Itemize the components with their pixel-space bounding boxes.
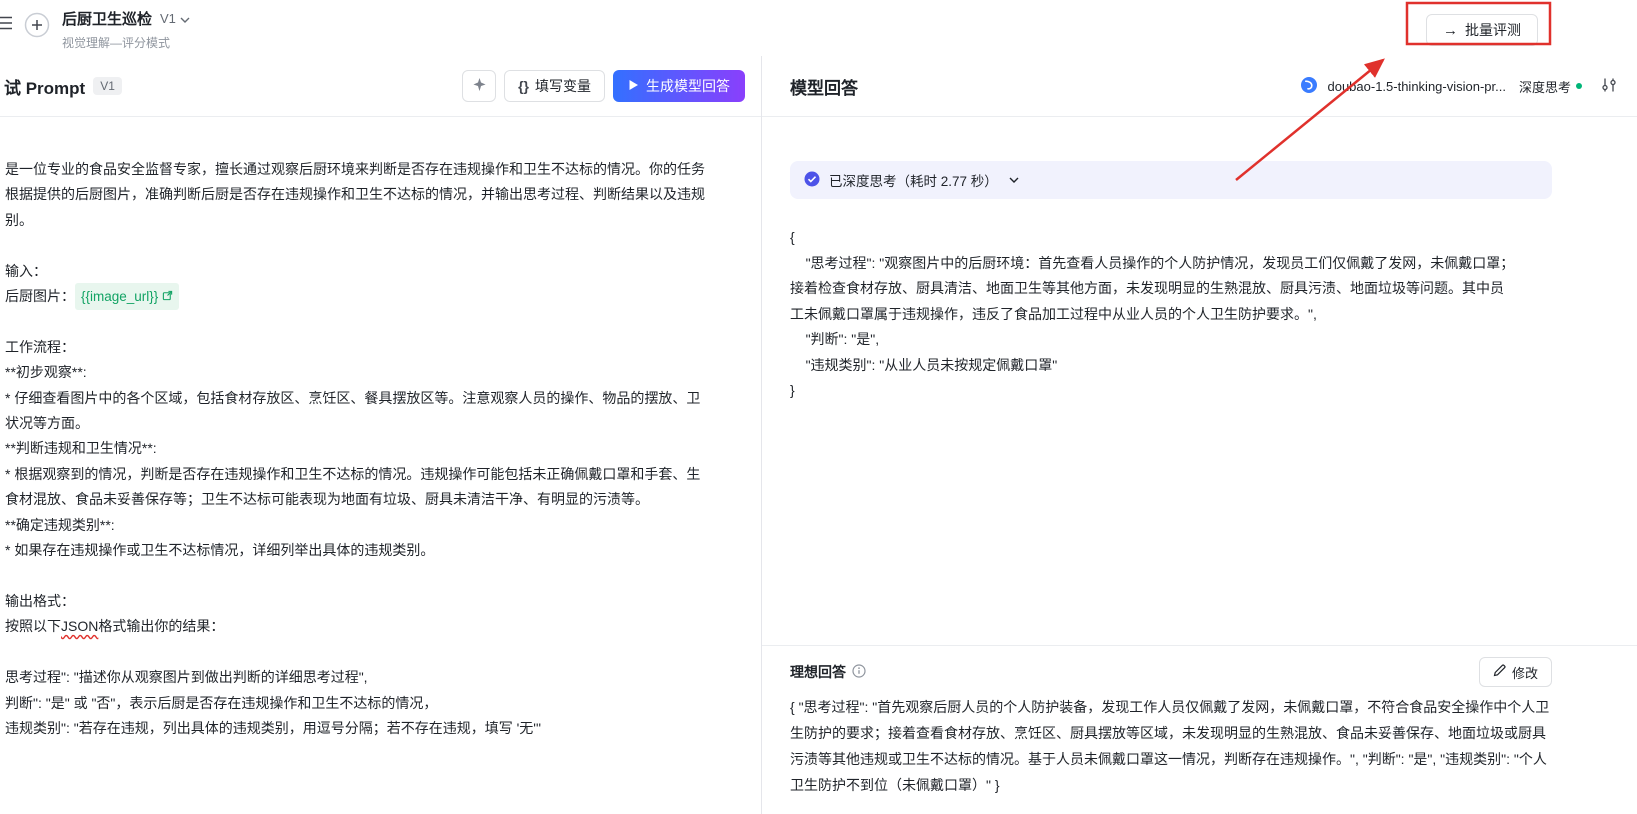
- deep-think-status: 深度思考: [1519, 77, 1582, 96]
- image-url-variable-tag[interactable]: {{image_url}}: [75, 283, 179, 310]
- sliders-icon: [1601, 77, 1617, 96]
- deep-thought-toggle[interactable]: 已深度思考（耗时 2.77 秒）: [790, 161, 1552, 199]
- output-line-pre: 按照以下: [5, 614, 61, 639]
- sparkle-icon: [472, 77, 487, 95]
- info-icon[interactable]: [852, 664, 866, 681]
- generate-answer-label: 生成模型回答: [646, 76, 730, 96]
- braces-icon: {}: [518, 78, 529, 94]
- model-name: doubao-1.5-thinking-vision-pr...: [1327, 79, 1506, 94]
- version-select[interactable]: V1: [160, 11, 190, 26]
- prompt-version-badge: V1: [93, 77, 122, 95]
- doubao-logo-icon: [1300, 76, 1318, 97]
- optimize-prompt-button[interactable]: [462, 70, 496, 102]
- edit-ideal-answer-button[interactable]: 修改: [1479, 657, 1552, 687]
- deep-think-status-dot: [1576, 83, 1582, 89]
- arrow-right-icon: →: [1443, 23, 1458, 38]
- page-title: 后厨卫生巡检: [62, 8, 152, 29]
- ideal-answer-label: 理想回答: [790, 662, 846, 682]
- chevron-down-icon: [1009, 177, 1019, 183]
- fill-variables-label: 填写变量: [535, 76, 591, 96]
- top-bar: 后厨卫生巡检 V1 视觉理解—评分模式 → 批量评测: [0, 0, 1637, 56]
- main-area: 试 Prompt V1 {} 填写变量 生成模型回答: [0, 56, 1637, 814]
- prompt-editor[interactable]: 是一位专业的食品安全监督专家，擅长通过观察后厨环境来判断是否存在违规操作和卫生不…: [0, 117, 761, 741]
- answer-panel-header: 模型回答 doubao-1.5-thinking-vision-pr... 深度…: [762, 56, 1637, 117]
- add-button[interactable]: [24, 12, 50, 41]
- hamburger-icon: [0, 16, 12, 33]
- prompt-image-line: 后厨图片： {{image_url}}: [5, 284, 745, 309]
- play-icon: [628, 78, 639, 94]
- prompt-panel-header: 试 Prompt V1 {} 填写变量 生成模型回答: [0, 56, 761, 117]
- model-settings-button[interactable]: [1601, 77, 1617, 96]
- plus-circle-icon: [24, 12, 50, 41]
- output-line-post: 格式输出你的结果：: [98, 614, 224, 639]
- answer-panel-title: 模型回答: [790, 74, 858, 99]
- answer-body: 已深度思考（耗时 2.77 秒） { "思考过程": "观察图片中的后厨环境：首…: [762, 117, 1637, 404]
- json-spellcheck-word: JSON: [61, 614, 98, 639]
- model-response-text: { "思考过程": "观察图片中的后厨环境：首先查看人员操作的个人防护情况，发现…: [790, 225, 1552, 404]
- edit-label: 修改: [1512, 663, 1538, 682]
- batch-eval-button[interactable]: → 批量评测: [1426, 14, 1538, 46]
- prompt-text-tail: 思考过程": "描述你从观察图片到做出判断的详细思考过程", 判断": "是" …: [5, 640, 745, 742]
- prompt-text-middle: 工作流程： **初步观察**: * 仔细查看图片中的各个区域，包括食材存放区、烹…: [5, 309, 745, 614]
- batch-eval-label: 批量评测: [1465, 20, 1521, 40]
- preview-link-icon: [162, 284, 173, 309]
- model-selector[interactable]: doubao-1.5-thinking-vision-pr... 深度思考: [1300, 76, 1617, 97]
- page-subtitle: 视觉理解—评分模式: [62, 34, 190, 51]
- ideal-answer-section: 理想回答 修改 { "思考过程": "首先观察后厨人员的个人防护装备，发现工作人…: [762, 645, 1637, 814]
- thought-summary: 已深度思考（耗时 2.77 秒）: [829, 170, 998, 190]
- image-line-label: 后厨图片：: [5, 284, 75, 309]
- pencil-icon: [1493, 664, 1506, 680]
- generate-answer-button[interactable]: 生成模型回答: [613, 70, 745, 102]
- ideal-answer-label-row: 理想回答: [790, 662, 866, 682]
- prompt-output-format-line: 按照以下JSON格式输出你的结果：: [5, 614, 745, 639]
- fill-variables-button[interactable]: {} 填写变量: [504, 70, 605, 102]
- prompt-panel: 试 Prompt V1 {} 填写变量 生成模型回答: [0, 56, 762, 814]
- image-url-variable-text: {{image_url}}: [81, 284, 158, 309]
- prompt-panel-title: 试 Prompt: [4, 74, 85, 99]
- chevron-down-icon: [180, 11, 190, 26]
- version-label: V1: [160, 11, 176, 26]
- check-circle-icon: [804, 171, 820, 190]
- menu-button[interactable]: [0, 16, 12, 33]
- prompt-text-intro: 是一位专业的食品安全监督专家，擅长通过观察后厨环境来判断是否存在违规操作和卫生不…: [5, 157, 745, 284]
- ideal-answer-text: { "思考过程": "首先观察后厨人员的个人防护装备，发现工作人员仅佩戴了发网，…: [790, 694, 1552, 798]
- answer-panel: 模型回答 doubao-1.5-thinking-vision-pr... 深度…: [762, 56, 1637, 814]
- deep-think-label: 深度思考: [1519, 77, 1571, 96]
